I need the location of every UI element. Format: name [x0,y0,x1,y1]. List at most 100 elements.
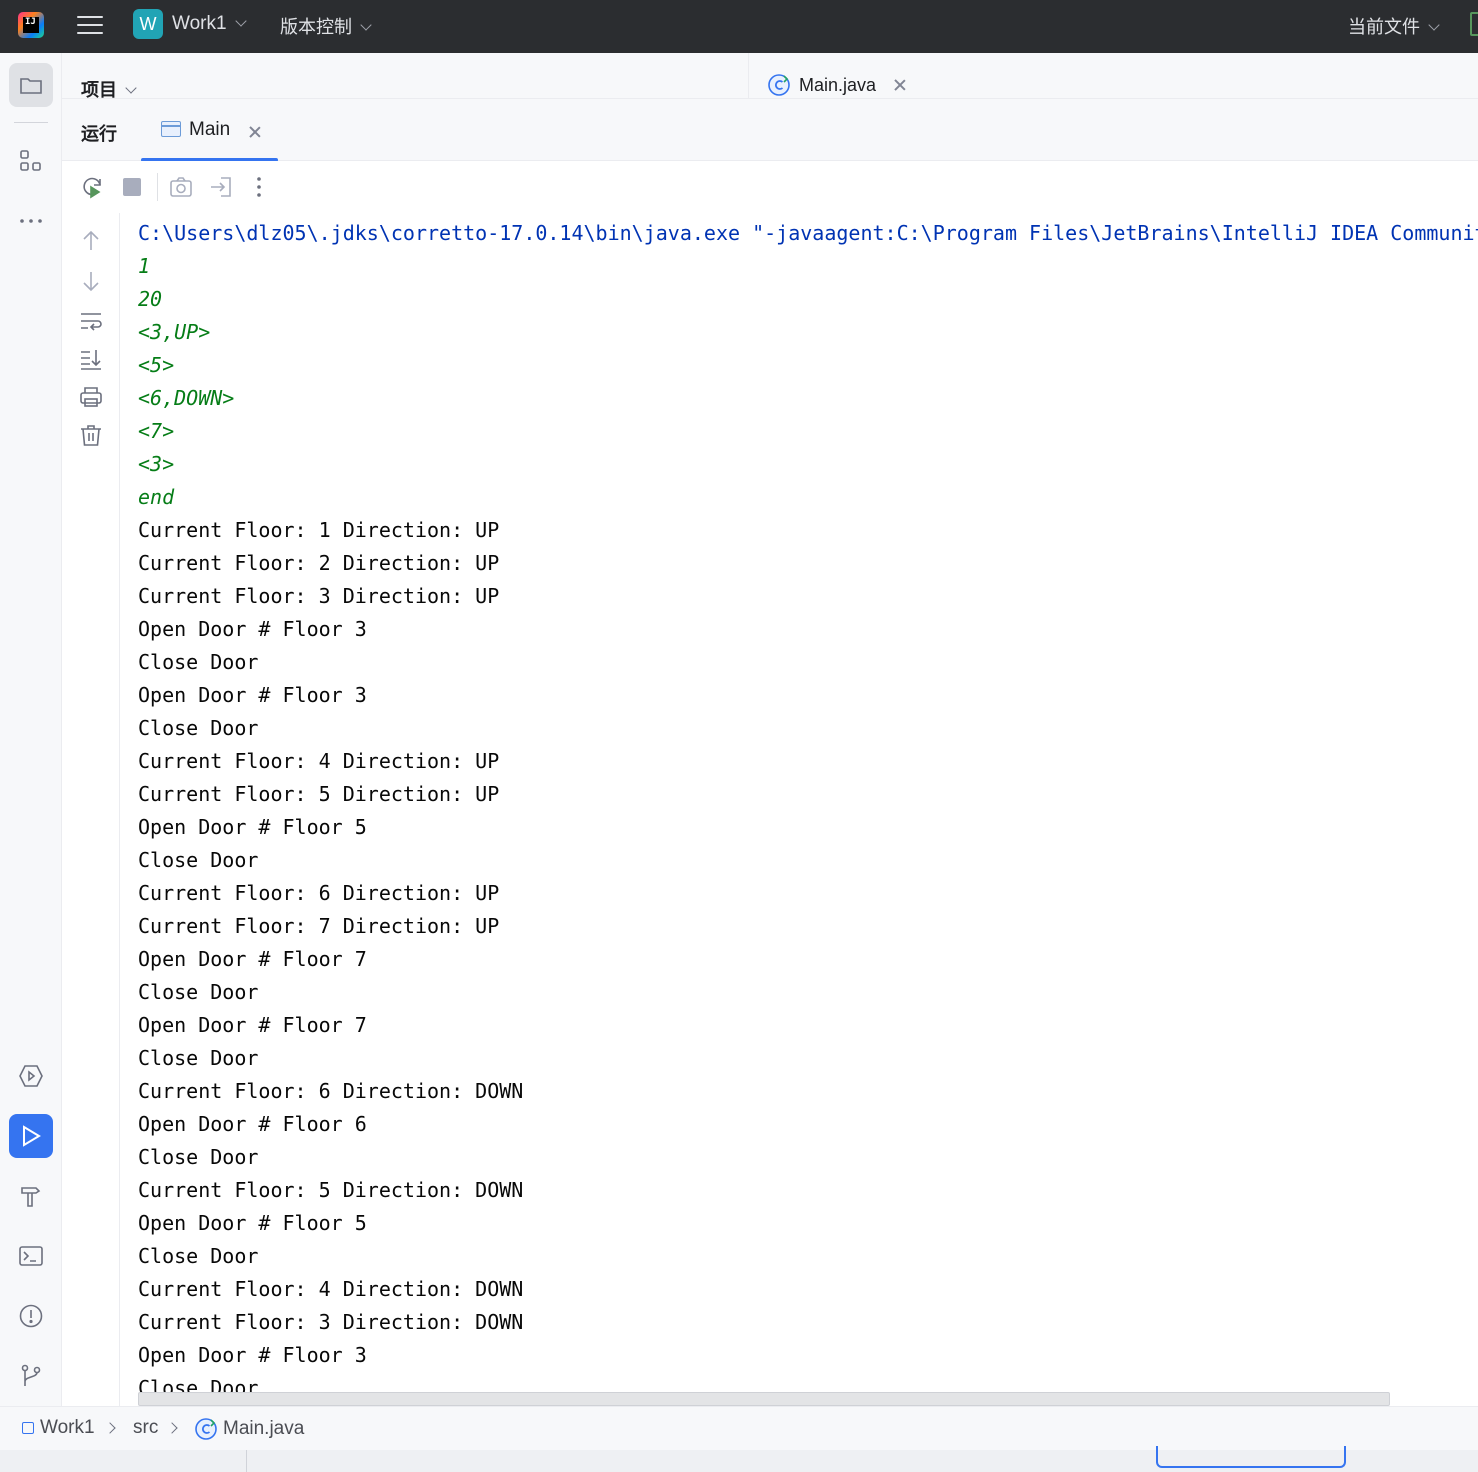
breadcrumb-module[interactable]: Work1 [22,1417,95,1439]
java-class-icon [768,74,790,96]
console-output[interactable]: C:\Users\dlz05\.jdks\corretto-17.0.14\bi… [120,213,1478,1393]
horizontal-scrollbar[interactable] [138,1392,1390,1406]
console-line: Open Door # Floor 7 [138,1013,367,1037]
console-line: 20 [138,287,163,311]
more-vertical-icon [257,177,261,197]
scroll-to-end-icon [81,350,101,370]
console-line: <5> [138,353,175,377]
breadcrumb-file[interactable]: Main.java [194,1417,304,1441]
run-tool-button[interactable] [9,1114,53,1158]
folder-icon [20,78,42,94]
exit-button[interactable] [209,175,233,199]
main-menu-icon[interactable] [77,12,103,38]
console-line: Current Floor: 5 Direction: DOWN [138,1178,524,1202]
services-tool-button[interactable] [9,1054,53,1098]
stop-icon [123,178,141,196]
print-icon [80,387,102,407]
breadcrumb-folder-label: src [133,1417,159,1438]
print-button[interactable] [79,385,103,409]
console-line: Close Door [138,980,259,1004]
project-panel-title: 项目 [81,80,117,100]
project-tool-button[interactable] [9,63,53,107]
background-divider [246,1450,247,1472]
console-line: Current Floor: 1 Direction: UP [138,518,500,542]
git-icon [21,1364,41,1386]
close-icon[interactable] [894,79,906,91]
console-line: Open Door # Floor 5 [138,815,367,839]
console-line: Current Floor: 2 Direction: UP [138,551,500,575]
chevron-right-icon [166,1422,178,1434]
run-panel-title: 运行 [81,124,117,144]
arrow-up-icon [83,230,99,250]
run-config-selector[interactable]: 当前文件 [1348,13,1440,39]
ide-logo-text: IJ [25,17,36,27]
project-badge[interactable]: W [133,9,163,39]
rerun-icon [83,177,101,199]
console-line: Current Floor: 5 Direction: UP [138,782,500,806]
project-selector[interactable]: Work1 [172,13,247,35]
console-line: Open Door # Floor 3 [138,683,367,707]
console-line: Current Floor: 3 Direction: DOWN [138,1310,524,1334]
run-button-icon[interactable] [1470,12,1478,36]
terminal-tool-button[interactable] [9,1234,53,1278]
console-side-toolbar [62,213,120,1406]
arrow-down-icon [83,272,99,292]
status-bar: Work1 src Main.java [0,1406,1478,1450]
rerun-button[interactable] [80,175,104,199]
console-line: Close Door [138,1244,259,1268]
run-tab-main[interactable]: Main [141,99,278,162]
console-line: Close Door [138,848,259,872]
project-panel-header: 项目 [62,53,748,100]
run-toolbar [62,161,1478,213]
console-line: <3,UP> [138,320,211,344]
run-tab-label: Main [189,119,231,140]
breadcrumb-folder[interactable]: src [133,1417,158,1439]
screenshot-icon [170,177,192,197]
module-icon [22,1422,34,1434]
console-lines: C:\Users\dlz05\.jdks\corretto-17.0.14\bi… [138,217,1478,1393]
screenshot-button[interactable] [169,175,193,199]
down-stack-frame-button[interactable] [79,269,103,293]
soft-wrap-icon [81,313,102,331]
current-file-label: 当前文件 [1348,17,1420,37]
up-stack-frame-button[interactable] [79,229,103,253]
problems-tool-button[interactable] [9,1294,53,1338]
console-line: Current Floor: 6 Direction: UP [138,881,500,905]
git-tool-button[interactable] [9,1354,53,1398]
console-line: Open Door # Floor 6 [138,1112,367,1136]
close-icon[interactable] [249,126,261,138]
strip-divider [14,122,48,123]
chevron-down-icon [234,15,247,27]
trash-icon [81,425,101,446]
build-icon [21,1187,41,1207]
run-panel-header: 运行 Main [62,99,1478,162]
build-tool-button[interactable] [9,1174,53,1218]
chevron-down-icon [125,82,137,94]
console-line: Current Floor: 4 Direction: UP [138,749,500,773]
editor-tab-main-java[interactable]: Main.java [767,71,906,99]
console-line: Close Door [138,650,259,674]
structure-tool-button[interactable] [9,139,53,183]
soft-wrap-button[interactable] [79,309,103,333]
console-line: Open Door # Floor 3 [138,1343,367,1367]
vcs-menu[interactable]: 版本控制 [280,13,372,39]
chevron-right-icon [104,1422,116,1434]
chevron-down-icon [360,19,372,31]
console-line: 1 [138,254,151,278]
clear-all-button[interactable] [79,423,103,447]
console-line: Close Door [138,1145,259,1169]
console-line: Open Door # Floor 5 [138,1211,367,1235]
console-line: Open Door # Floor 3 [138,617,367,641]
console-line: Close Door [138,1046,259,1070]
scroll-to-end-button[interactable] [79,347,103,371]
problems-icon [19,1304,43,1328]
toolbar-divider [157,173,158,201]
more-options-button[interactable] [247,175,271,199]
breadcrumb-file-label: Main.java [223,1418,305,1439]
intellij-logo-icon[interactable]: IJ [18,12,44,38]
editor-tab-bar: Main.java [748,53,1478,99]
more-tools-button[interactable] [9,199,53,243]
stop-button[interactable] [120,175,144,199]
vcs-label: 版本控制 [280,17,352,37]
project-name: Work1 [172,13,227,34]
